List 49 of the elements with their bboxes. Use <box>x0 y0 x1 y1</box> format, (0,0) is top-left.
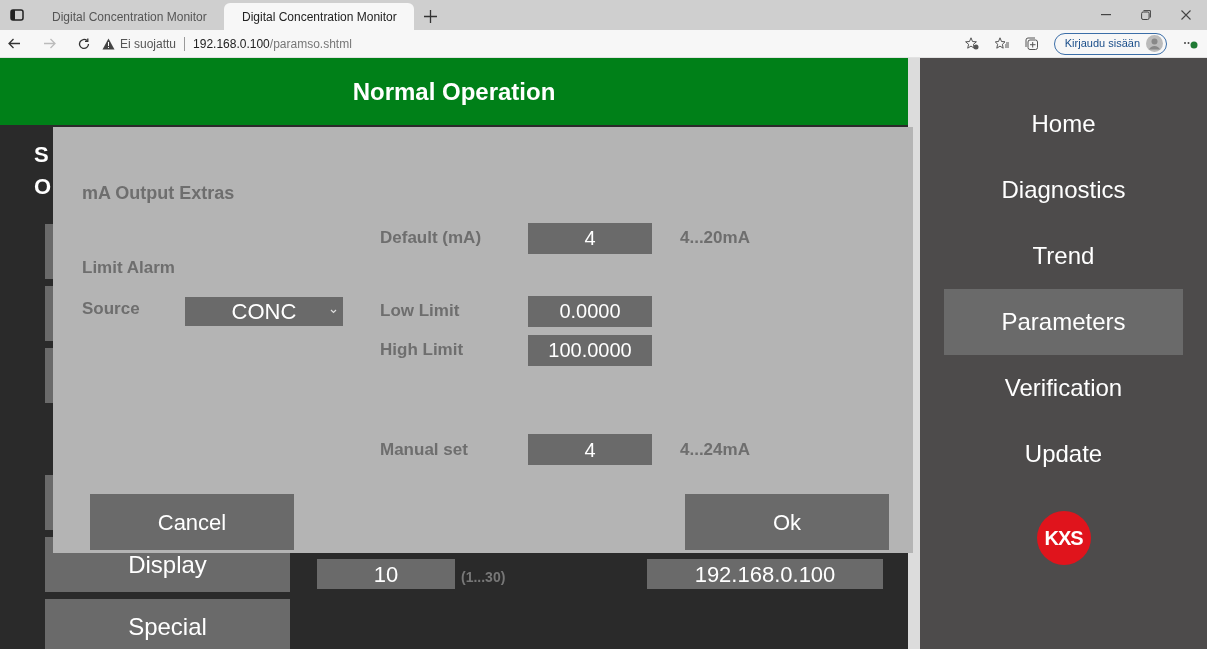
ok-button[interactable]: Ok <box>685 494 889 550</box>
tab-title: Digital Concentration Monitor <box>52 8 207 26</box>
new-tab-icon[interactable] <box>424 10 437 23</box>
section-heading: O <box>34 173 52 201</box>
field-label: High Limit <box>380 339 465 362</box>
nav-item[interactable]: Verification <box>944 355 1183 421</box>
favorites-icon[interactable] <box>994 37 1009 50</box>
menu-button[interactable]: Special <box>45 599 290 649</box>
refresh-icon[interactable] <box>78 37 90 50</box>
tab-actions-icon[interactable] <box>10 9 24 21</box>
restore-icon[interactable] <box>1141 10 1151 20</box>
range-label: 4...24mA <box>680 438 750 461</box>
back-icon[interactable] <box>8 38 21 49</box>
dialog-title: mA Output Extras <box>82 181 235 205</box>
field-label: Limit Alarm <box>82 257 175 280</box>
input-field[interactable]: 4 <box>528 434 652 465</box>
input-field[interactable]: 192.168.0.100 <box>647 559 883 589</box>
cancel-button[interactable]: Cancel <box>90 494 294 550</box>
source-dropdown[interactable]: CONC <box>185 296 343 326</box>
logo: KXS <box>1036 511 1091 565</box>
input-field[interactable]: 4 <box>528 222 652 254</box>
field-label: Low Limit <box>380 300 461 323</box>
tab-title: Digital Concentration Monitor <box>242 8 397 26</box>
nav-item[interactable]: Update <box>944 421 1183 487</box>
input-field[interactable]: 0.0000 <box>528 295 652 327</box>
chevron-icon <box>330 308 337 314</box>
security-label[interactable]: Ei suojattu <box>120 34 177 53</box>
close-icon[interactable] <box>1181 10 1191 20</box>
collections-icon[interactable] <box>1024 37 1038 50</box>
avatar-icon <box>1146 35 1163 52</box>
nav-item[interactable]: Diagnostics <box>944 157 1183 223</box>
range-label: 4...20mA <box>680 227 750 250</box>
range-hint: (1...30) <box>461 568 506 587</box>
url-text[interactable]: 192.168.0.100/paramso.shtml <box>193 34 352 53</box>
field-label: Manual set <box>380 438 469 461</box>
input-field[interactable]: 10 <box>317 559 455 589</box>
favorite-add-icon[interactable] <box>964 37 979 50</box>
browser-tab[interactable]: Digital Concentration Monitor <box>224 3 414 30</box>
nav-item[interactable]: Trend <box>944 223 1183 289</box>
browser-tab[interactable]: Digital Concentration Monitor <box>34 3 224 30</box>
warning-icon[interactable] <box>102 37 115 50</box>
nav-item[interactable]: Home <box>944 91 1183 157</box>
section-heading: S <box>34 141 49 169</box>
minimize-icon[interactable] <box>1101 14 1111 16</box>
nav-item[interactable]: Parameters <box>944 289 1183 355</box>
input-field[interactable]: 100.0000 <box>528 334 652 366</box>
status-title: Normal Operation <box>352 76 556 107</box>
field-label: Source <box>82 298 141 320</box>
field-label: Default (mA) <box>380 227 483 250</box>
